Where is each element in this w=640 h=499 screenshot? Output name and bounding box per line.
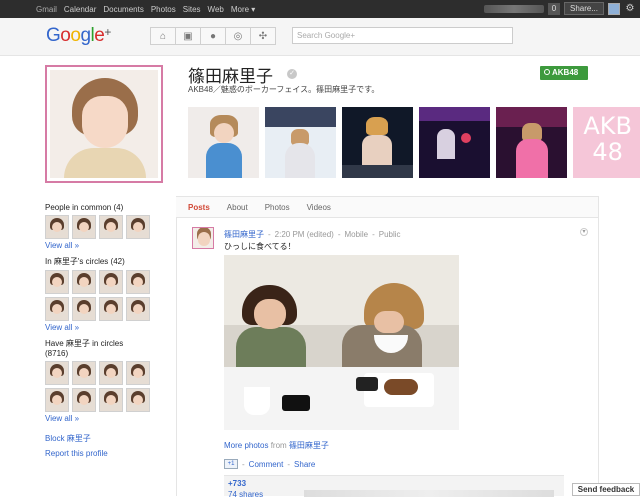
nav-web[interactable]: Web bbox=[208, 5, 224, 14]
more-photos-line: More photos from 篠田麻里子 bbox=[224, 440, 329, 451]
avatar[interactable] bbox=[126, 215, 150, 239]
photo-thumb[interactable] bbox=[265, 107, 336, 178]
post-time[interactable]: 2:20 PM (edited) bbox=[275, 230, 334, 239]
app-icon-bar: ⌂ ▣ ● ◎ ✣ bbox=[150, 27, 276, 45]
account-avatar[interactable] bbox=[608, 2, 620, 15]
have-in-circles-grid bbox=[45, 361, 163, 412]
view-all-link[interactable]: View all » bbox=[45, 323, 163, 332]
block-link[interactable]: Block 麻里子 bbox=[45, 433, 163, 444]
avatar[interactable] bbox=[45, 215, 69, 239]
post-photo[interactable] bbox=[224, 255, 459, 430]
avatar[interactable] bbox=[99, 297, 123, 321]
avatar[interactable] bbox=[72, 361, 96, 385]
post-actions: +1 - Comment - Share bbox=[224, 459, 315, 469]
akb48-logo: AKB 48 bbox=[583, 112, 632, 166]
avatar[interactable] bbox=[72, 270, 96, 294]
google-bar: Gmail Calendar Documents Photos Sites We… bbox=[0, 0, 640, 18]
avatar[interactable] bbox=[126, 388, 150, 412]
post-text: ひっしに食べてる！ bbox=[224, 242, 296, 251]
view-all-link[interactable]: View all » bbox=[45, 241, 163, 250]
avatar[interactable] bbox=[45, 361, 69, 385]
photos-icon[interactable]: ▣ bbox=[175, 27, 201, 45]
tab-posts[interactable]: Posts bbox=[188, 203, 210, 212]
tab-photos[interactable]: Photos bbox=[265, 203, 290, 212]
more-photos-author-link[interactable]: 篠田麻里子 bbox=[289, 441, 329, 450]
search-input[interactable]: Search Google+ bbox=[292, 27, 513, 44]
profile-tabs: Posts About Photos Videos bbox=[176, 196, 598, 218]
people-in-common-title: People in common (4) bbox=[45, 203, 124, 212]
gear-icon[interactable]: ⚙ bbox=[624, 3, 636, 14]
profile-photo bbox=[45, 65, 163, 183]
photo-thumb[interactable]: AKB 48 bbox=[573, 107, 640, 178]
sidebar: People in common (4) View all » In 麻里子's… bbox=[45, 200, 163, 463]
home-icon[interactable]: ⌂ bbox=[150, 27, 176, 45]
post-header: 篠田麻里子 -2:20 PM (edited) - Mobile - Public bbox=[224, 230, 401, 239]
profile-icon[interactable]: ● bbox=[200, 27, 226, 45]
tab-about[interactable]: About bbox=[227, 203, 248, 212]
avatar[interactable] bbox=[72, 215, 96, 239]
photo-thumb[interactable] bbox=[419, 107, 490, 178]
post-source: Mobile bbox=[344, 230, 369, 239]
photo-thumb[interactable] bbox=[342, 107, 413, 178]
plus-one-button[interactable]: +1 bbox=[224, 459, 238, 469]
nav-sites[interactable]: Sites bbox=[183, 5, 201, 14]
nav-calendar[interactable]: Calendar bbox=[64, 5, 96, 14]
send-feedback-button[interactable]: Send feedback bbox=[572, 483, 640, 496]
people-in-common-grid bbox=[45, 215, 163, 239]
nav-documents[interactable]: Documents bbox=[103, 5, 143, 14]
circle-badge-button[interactable]: AKB48 bbox=[540, 66, 588, 80]
circles-icon[interactable]: ◎ bbox=[225, 27, 251, 45]
in-circles-title: In 麻里子's circles (42) bbox=[45, 257, 125, 266]
plus-one-count[interactable]: +733 bbox=[228, 479, 246, 488]
shares-count[interactable]: 74 shares bbox=[228, 490, 263, 499]
plus-ones-box: +733 74 shares bbox=[224, 475, 564, 499]
avatar[interactable] bbox=[45, 270, 69, 294]
games-icon[interactable]: ✣ bbox=[250, 27, 276, 45]
share-button[interactable]: Share... bbox=[563, 2, 604, 15]
avatar[interactable] bbox=[72, 297, 96, 321]
nav-more[interactable]: More ▾ bbox=[231, 5, 255, 14]
avatar[interactable] bbox=[99, 361, 123, 385]
post-visibility[interactable]: Public bbox=[379, 230, 401, 239]
circle-badge-label: AKB48 bbox=[552, 68, 579, 77]
avatar[interactable] bbox=[72, 388, 96, 412]
google-nav: Gmail Calendar Documents Photos Sites We… bbox=[0, 5, 255, 14]
avatar[interactable] bbox=[126, 270, 150, 294]
comment-link[interactable]: Comment bbox=[249, 460, 284, 469]
profile-tagline: AKB48／魅惑のボーカーフェイス。篠田麻里子です。 bbox=[188, 85, 380, 94]
avatar[interactable] bbox=[126, 297, 150, 321]
more-photos-from: from bbox=[270, 441, 287, 450]
post-menu-chevron-down-icon[interactable]: ▾ bbox=[580, 228, 588, 236]
photo-strip: AKB 48 bbox=[188, 107, 640, 178]
avatar[interactable] bbox=[45, 297, 69, 321]
in-circles-grid bbox=[45, 270, 163, 321]
nav-gmail[interactable]: Gmail bbox=[36, 5, 57, 14]
more-photos-link[interactable]: More photos bbox=[224, 441, 268, 450]
nav-photos[interactable]: Photos bbox=[151, 5, 176, 14]
verified-icon: ✓ bbox=[287, 69, 297, 79]
google-plus-logo[interactable]: Google+ bbox=[46, 25, 111, 47]
view-all-link[interactable]: View all » bbox=[45, 414, 163, 423]
tab-videos[interactable]: Videos bbox=[307, 203, 331, 212]
post-author-avatar[interactable] bbox=[192, 227, 214, 249]
notifications-count[interactable]: 0 bbox=[547, 2, 560, 15]
avatar[interactable] bbox=[99, 270, 123, 294]
column-divider bbox=[598, 196, 599, 496]
share-link[interactable]: Share bbox=[294, 460, 315, 469]
post-author-link[interactable]: 篠田麻里子 bbox=[224, 230, 264, 239]
gplus-header: Google+ ⌂ ▣ ● ◎ ✣ Search Google+ bbox=[0, 18, 640, 56]
report-link[interactable]: Report this profile bbox=[45, 449, 163, 458]
avatar[interactable] bbox=[126, 361, 150, 385]
avatar[interactable] bbox=[99, 215, 123, 239]
have-in-circles-title: Have 麻里子 in circles (8716) bbox=[45, 339, 124, 358]
column-divider bbox=[176, 196, 177, 496]
photo-thumb[interactable] bbox=[188, 107, 259, 178]
account-name-blurred[interactable] bbox=[483, 4, 544, 13]
avatar[interactable] bbox=[45, 388, 69, 412]
avatar[interactable] bbox=[99, 388, 123, 412]
photo-thumb[interactable] bbox=[496, 107, 567, 178]
circle-icon bbox=[544, 69, 550, 75]
